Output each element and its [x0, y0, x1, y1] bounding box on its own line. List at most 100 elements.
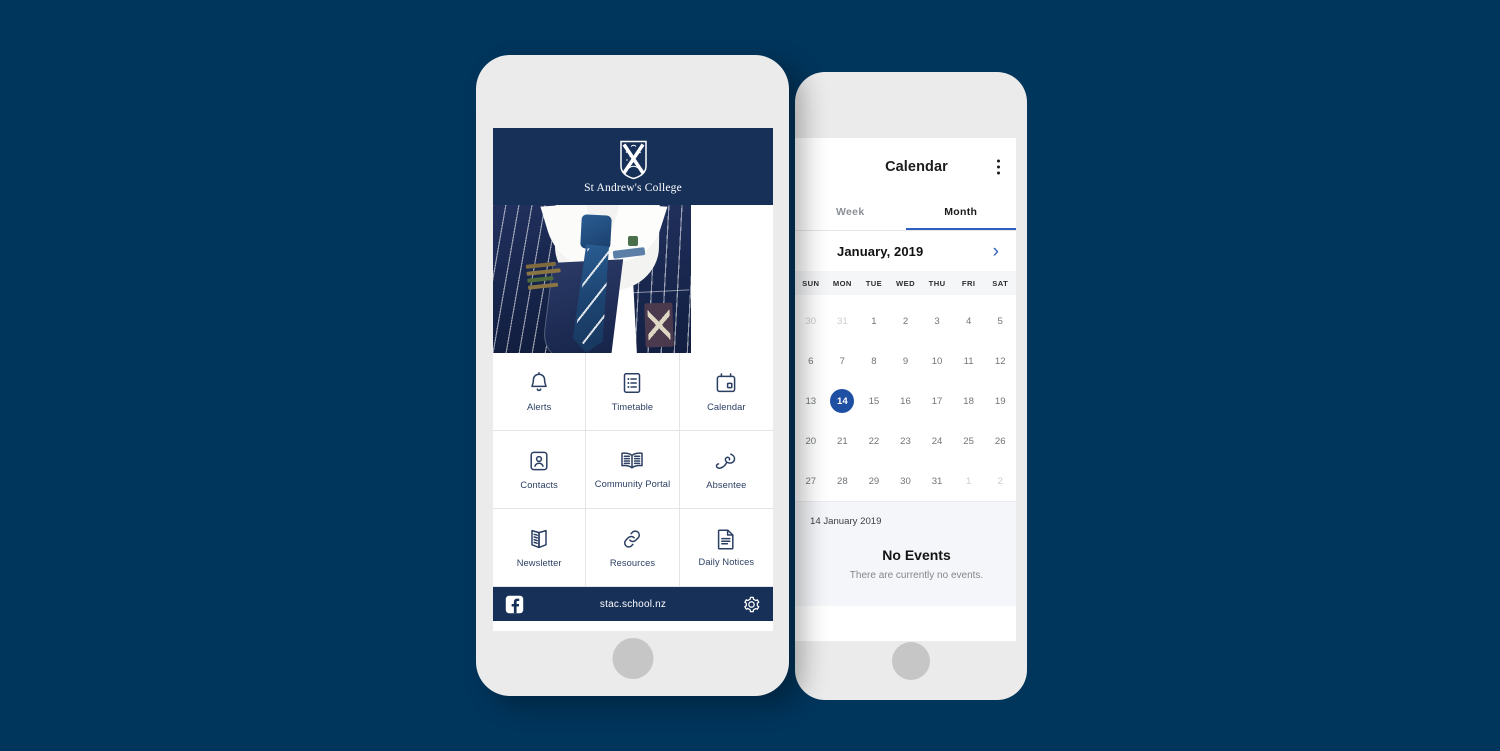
weekday-header-fri: FRI [961, 278, 976, 288]
month-navigation: January, 2019 › [795, 231, 1016, 271]
weekday-header-thu: THU [928, 278, 946, 288]
calendar-day[interactable]: 31 [921, 461, 953, 501]
menu-tile-alerts[interactable]: Alerts [493, 353, 587, 431]
no-events-subtitle: There are currently no events. [849, 570, 984, 581]
screenshot-stage: Calendar Week Month January, 2019 › SUN M… [0, 0, 1500, 751]
phone-mockup-home: St Andrew's College Alerts Timetable Cal… [476, 55, 789, 696]
calendar-day[interactable]: 9 [890, 341, 922, 381]
calendar-day[interactable]: 11 [953, 341, 985, 381]
tab-month[interactable]: Month [905, 196, 1016, 230]
weekday-header-wed: WED [896, 278, 915, 288]
calendar-day[interactable]: 16 [890, 381, 922, 421]
uniform-hero-photo [493, 205, 773, 353]
menu-tile-absentee[interactable]: Absentee [679, 431, 773, 509]
college-name: St Andrew's College [584, 181, 682, 194]
calendar-day[interactable]: 31 [827, 301, 859, 341]
calendar-day[interactable]: 30 [890, 461, 922, 501]
menu-tile-resources[interactable]: Resources [586, 509, 680, 587]
calendar-day[interactable]: 18 [953, 381, 985, 421]
footer-bar: stac.school.nz [493, 587, 773, 621]
calendar-day[interactable]: 24 [921, 421, 953, 461]
school-website-url[interactable]: stac.school.nz [600, 599, 666, 610]
weekday-header-tue: TUE [865, 278, 883, 288]
home-app-screen: St Andrew's College Alerts Timetable Cal… [493, 128, 773, 631]
facebook-icon[interactable] [505, 595, 524, 614]
gear-icon[interactable] [742, 595, 761, 614]
calendar-day[interactable]: 27 [795, 461, 827, 501]
events-panel: 14 January 2019 No Events There are curr… [795, 501, 1016, 606]
menu-tile-calendar[interactable]: Calendar [679, 353, 773, 431]
calendar-day[interactable]: 23 [890, 421, 922, 461]
kebab-menu-icon[interactable] [997, 159, 1000, 175]
calendar-day[interactable]: 1 [858, 301, 890, 341]
menu-tile-newsletter[interactable]: Newsletter [493, 509, 587, 587]
calendar-day[interactable]: 1 [953, 461, 985, 501]
menu-tile-label: Alerts [526, 401, 552, 412]
menu-tile-community-portal[interactable]: Community Portal [586, 431, 680, 509]
weekday-header-mon: MON [832, 278, 852, 288]
menu-tile-label: Absentee [706, 479, 747, 490]
home-button-front-phone[interactable] [612, 638, 653, 679]
calendar-day[interactable]: 2 [984, 461, 1016, 501]
menu-tile-label: Community Portal [594, 479, 671, 490]
calendar-app-screen: Calendar Week Month January, 2019 › SUN M… [795, 138, 1016, 641]
phone-handset-icon [714, 449, 738, 473]
menu-tile-timetable[interactable]: Timetable [586, 353, 680, 431]
document-page-icon [714, 527, 738, 551]
app-menu-grid: Alerts Timetable Calendar Contacts Community… [493, 353, 773, 587]
menu-tile-label: Daily Notices [698, 557, 755, 568]
menu-tile-label: Resources [609, 557, 656, 568]
calendar-day[interactable]: 22 [858, 421, 890, 461]
calendar-day[interactable]: 10 [921, 341, 953, 381]
app-header: St Andrew's College [493, 128, 773, 205]
menu-tile-label: Timetable [611, 401, 654, 412]
calendar-day[interactable]: 13 [795, 381, 827, 421]
contact-card-icon [527, 449, 551, 473]
st-andrews-crest-icon [619, 140, 647, 179]
bell-icon [527, 371, 551, 395]
link-chain-icon [620, 527, 644, 551]
calendar-day[interactable]: 4 [953, 301, 985, 341]
calendar-day-number: 14 [830, 389, 855, 413]
no-events-title: No Events [882, 547, 951, 563]
calendar-day[interactable]: 19 [984, 381, 1016, 421]
current-month-label: January, 2019 [837, 243, 924, 259]
calendar-day[interactable]: 12 [984, 341, 1016, 381]
chevron-right-icon[interactable]: › [993, 242, 999, 261]
calendar-icon [714, 371, 738, 395]
calendar-view-tabs: Week Month [795, 196, 1016, 230]
weekday-header-sat: SAT [992, 278, 1009, 288]
calendar-day[interactable]: 6 [795, 341, 827, 381]
tab-week[interactable]: Week [795, 196, 906, 230]
calendar-day[interactable]: 2 [890, 301, 922, 341]
menu-tile-daily-notices[interactable]: Daily Notices [679, 509, 773, 587]
calendar-day[interactable]: 26 [984, 421, 1016, 461]
calendar-day[interactable]: 8 [858, 341, 890, 381]
calendar-page-title: Calendar [885, 159, 948, 175]
calendar-day[interactable]: 17 [921, 381, 953, 421]
list-document-icon [620, 371, 644, 395]
menu-tile-label: Newsletter [516, 557, 562, 568]
menu-tile-label: Contacts [520, 479, 558, 490]
calendar-day-selected[interactable]: 14 [827, 381, 859, 421]
menu-tile-contacts[interactable]: Contacts [493, 431, 587, 509]
calendar-day[interactable]: 28 [827, 461, 859, 501]
calendar-date-grid: 30 31 1 2 3 4 5 6 7 8 9 10 11 12 13 14 15 16 17 18 19 20 21 22 2… [795, 295, 1016, 501]
open-book-icon [619, 449, 645, 473]
calendar-day[interactable]: 15 [858, 381, 890, 421]
menu-tile-label: Calendar [707, 401, 746, 412]
weekday-header-row: SUN MON TUE WED THU FRI SAT [795, 271, 1016, 295]
selected-date-label: 14 January 2019 [810, 516, 882, 527]
calendar-day[interactable]: 20 [795, 421, 827, 461]
weekday-header-sun: SUN [802, 278, 820, 288]
calendar-day[interactable]: 3 [921, 301, 953, 341]
calendar-day[interactable]: 29 [858, 461, 890, 501]
calendar-day[interactable]: 21 [827, 421, 859, 461]
calendar-topbar: Calendar [795, 138, 1016, 196]
phone-mockup-calendar: Calendar Week Month January, 2019 › SUN M… [795, 72, 1027, 700]
calendar-day[interactable]: 7 [827, 341, 859, 381]
home-button-back-phone[interactable] [892, 642, 930, 680]
calendar-day[interactable]: 25 [953, 421, 985, 461]
calendar-day[interactable]: 5 [984, 301, 1016, 341]
calendar-day[interactable]: 30 [795, 301, 827, 341]
